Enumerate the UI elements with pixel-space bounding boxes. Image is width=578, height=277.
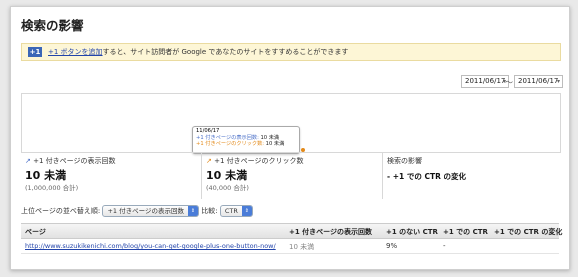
date-to-value: 2011/06/17	[518, 77, 559, 85]
stat-clicks: ↗ +1 付きページのクリック数 10 未満 (40,000 合計)	[202, 153, 383, 199]
notice-rest-text: すると、サイト訪問者が Google であなたのサイトをすすめることができます	[102, 48, 349, 56]
sort-label: 上位ページの並べ替え順:	[21, 207, 101, 215]
date-from-value: 2011/06/17	[465, 77, 506, 85]
add-plus-one-link[interactable]: +1 ボタンを追加	[48, 48, 103, 56]
stat-total: (40,000 合計)	[206, 184, 249, 192]
page-title: 検索の影響	[21, 18, 84, 33]
stat-value: 10 未満	[206, 169, 248, 182]
column-header[interactable]: +1 での CTR	[443, 227, 488, 237]
impressions-cell: 10 未満	[289, 243, 315, 251]
stat-label: +1 付きページの表示回数	[33, 157, 116, 165]
column-header[interactable]: ページ	[25, 227, 46, 237]
sparkline-icon: ↗	[25, 157, 31, 165]
compare-select[interactable]: CTR ⇕	[219, 205, 253, 217]
stat-impressions: ↗ +1 付きページの表示回数 10 未満 (1,000,000 合計)	[21, 153, 202, 199]
notice-text: +1 ボタンを追加すると、サイト訪問者が Google であなたのサイトをすすめ…	[48, 47, 348, 57]
stat-total: (1,000,000 合計)	[25, 184, 79, 192]
stat-label: +1 付きページのクリック数	[214, 157, 304, 165]
table-row: http://www.suzukikenichi.com/blog/you-ca…	[21, 239, 559, 254]
chevron-down-icon: ▾	[556, 78, 560, 85]
tooltip-clicks: +1 付きページのクリック数: 10 未満	[196, 141, 285, 147]
search-impact-panel: 検索の影響 +1 +1 ボタンを追加すると、サイト訪問者が Google であな…	[10, 6, 570, 270]
stat-label: 検索の影響	[387, 157, 422, 165]
table-header: ページ +1 付きページの表示回数 +1 のない CTR +1 での CTR +…	[21, 223, 562, 239]
screenshot-frame: 検索の影響 +1 +1 ボタンを追加すると、サイト訪問者が Google であな…	[0, 0, 578, 277]
date-to-field[interactable]: 2011/06/17 ▾	[514, 75, 563, 88]
column-header[interactable]: +1 での CTR の変化	[494, 227, 562, 237]
select-arrows-icon: ⇕	[187, 206, 198, 216]
chart-tooltip: 11/06/17 +1 付きページの表示回数: 10 未満 +1 付きページのク…	[192, 126, 300, 154]
dash-icon: -	[387, 172, 391, 181]
compare-label: 比較:	[201, 207, 218, 215]
page-url-link[interactable]: http://www.suzukikenichi.com/blog/you-ca…	[25, 242, 276, 250]
top-pages-table: ページ +1 付きページの表示回数 +1 のない CTR +1 での CTR +…	[21, 223, 562, 254]
sort-controls: 上位ページの並べ替え順: +1 付きページの表示回数 ⇕ 比較: CTR ⇕	[21, 205, 253, 218]
stat-value: 10 未満	[25, 169, 67, 182]
date-from-field[interactable]: 2011/06/17 ▾	[461, 75, 509, 88]
sparkline-icon: ↗	[206, 157, 212, 165]
plus-one-icon: +1	[28, 47, 42, 57]
sort-select[interactable]: +1 付きページの表示回数 ⇕	[102, 205, 199, 217]
plus-one-notice: +1 +1 ボタンを追加すると、サイト訪問者が Google であなたのサイトを…	[21, 43, 561, 61]
ctr-with-cell: -	[443, 242, 446, 250]
date-separator: 〜	[505, 78, 513, 87]
stat-value: +1 での CTR の変化	[392, 172, 466, 181]
stat-search-impact: 検索の影響 - +1 での CTR の変化	[383, 153, 559, 199]
column-header[interactable]: +1 付きページの表示回数	[289, 227, 372, 237]
column-header[interactable]: +1 のない CTR	[386, 227, 438, 237]
stats-row: ↗ +1 付きページの表示回数 10 未満 (1,000,000 合計) ↗ +…	[21, 152, 559, 199]
ctr-without-cell: 9%	[386, 242, 398, 250]
select-arrows-icon: ⇕	[241, 206, 252, 216]
impressions-chart[interactable]: 11/06/17 +1 付きページの表示回数: 10 未満 +1 付きページのク…	[21, 93, 561, 154]
